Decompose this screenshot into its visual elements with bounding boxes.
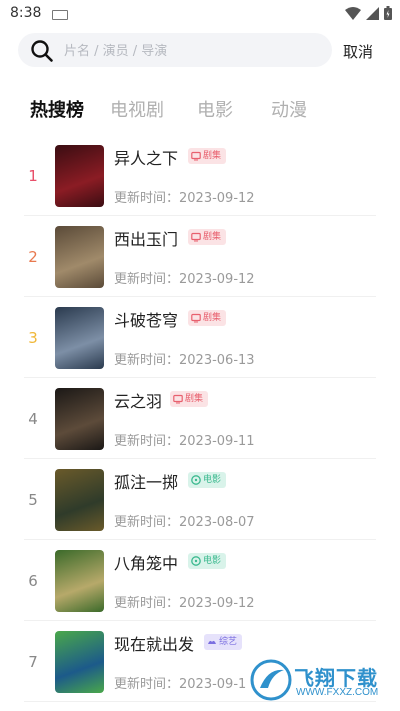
category-badge: 综艺	[204, 634, 243, 650]
tab-hot-search[interactable]: 热搜榜	[30, 96, 84, 122]
update-time: 更新时间：2023-09-12	[114, 596, 255, 611]
category-badge: 剧集	[188, 310, 227, 326]
category-badge: 剧集	[170, 391, 209, 407]
rank-number: 1	[28, 167, 38, 185]
rank-number: 5	[28, 491, 38, 509]
poster-image[interactable]	[55, 145, 104, 207]
status-icons	[345, 6, 392, 20]
tab-anime[interactable]: 动漫	[271, 96, 307, 122]
tab-movie[interactable]: 电影	[197, 96, 233, 122]
item-title[interactable]: 云之羽	[114, 388, 162, 412]
update-time: 更新时间：2023-09-11	[114, 434, 255, 449]
cancel-button[interactable]: 取消	[343, 41, 373, 62]
list-item[interactable]: 2 西出玉门 剧集更新时间：2023-09-12	[0, 216, 400, 297]
badge-label: 剧集	[185, 394, 204, 404]
item-title[interactable]: 孤注一掷	[114, 469, 178, 493]
watermark-url: WWW.FXXZ.COM	[296, 687, 379, 698]
variety-icon	[208, 640, 216, 644]
list-item[interactable]: 3 斗破苍穹 剧集更新时间：2023-06-13	[0, 297, 400, 378]
list-item[interactable]: 4 云之羽 剧集更新时间：2023-09-11	[0, 378, 400, 459]
tv-icon	[191, 313, 201, 323]
tv-icon	[191, 232, 201, 242]
update-time: 更新时间：2023-09-12	[114, 272, 255, 287]
tab-tv-series[interactable]: 电视剧	[110, 96, 164, 122]
list-item[interactable]: 5 孤注一掷 电影更新时间：2023-08-07	[0, 459, 400, 540]
update-time: 更新时间：2023-09-1	[114, 677, 247, 692]
category-badge: 剧集	[188, 229, 227, 245]
status-bar: 8:38	[0, 0, 400, 28]
category-badge: 电影	[188, 472, 227, 488]
category-tabs: 热搜榜 电视剧 电影 动漫	[0, 96, 400, 126]
item-title[interactable]: 现在就出发	[114, 631, 194, 655]
update-time: 更新时间：2023-08-07	[114, 515, 255, 530]
badge-label: 剧集	[203, 151, 222, 161]
rank-number: 2	[28, 248, 38, 266]
category-badge: 剧集	[188, 148, 227, 164]
category-badge: 电影	[188, 553, 227, 569]
poster-image[interactable]	[55, 388, 104, 450]
rank-number: 3	[28, 329, 38, 347]
update-time: 更新时间：2023-09-12	[114, 191, 255, 206]
poster-image[interactable]	[55, 469, 104, 531]
poster-image[interactable]	[55, 226, 104, 288]
battery-icon	[384, 6, 392, 20]
update-time: 更新时间：2023-06-13	[114, 353, 255, 368]
poster-image[interactable]	[55, 631, 104, 693]
tv-icon	[191, 151, 201, 161]
search-input[interactable]	[62, 39, 326, 63]
badge-label: 电影	[203, 556, 222, 566]
list-item[interactable]: 1 异人之下 剧集更新时间：2023-09-12	[0, 135, 400, 216]
list-item[interactable]: 6 八角笼中 电影更新时间：2023-09-12	[0, 540, 400, 621]
badge-label: 电影	[203, 475, 222, 485]
wifi-icon	[345, 6, 361, 20]
watermark-logo	[250, 659, 292, 701]
keyboard-icon	[52, 10, 68, 20]
tv-icon	[173, 394, 183, 404]
item-title[interactable]: 八角笼中	[114, 550, 178, 574]
poster-image[interactable]	[55, 550, 104, 612]
item-title[interactable]: 异人之下	[114, 145, 178, 169]
search-bar[interactable]	[18, 33, 332, 67]
status-time: 8:38	[10, 5, 42, 21]
signal-icon	[366, 6, 379, 20]
item-title[interactable]: 西出玉门	[114, 226, 178, 250]
site-watermark: 飞翔下载 WWW.FXXZ.COM	[250, 654, 390, 706]
film-reel-icon	[191, 556, 201, 566]
search-icon	[31, 40, 53, 62]
film-reel-icon	[191, 475, 201, 485]
poster-image[interactable]	[55, 307, 104, 369]
badge-label: 剧集	[203, 232, 222, 242]
item-title[interactable]: 斗破苍穹	[114, 307, 178, 331]
badge-label: 综艺	[219, 637, 238, 647]
badge-label: 剧集	[203, 313, 222, 323]
rank-number: 7	[28, 653, 38, 671]
rank-number: 4	[28, 410, 38, 428]
rank-number: 6	[28, 572, 38, 590]
